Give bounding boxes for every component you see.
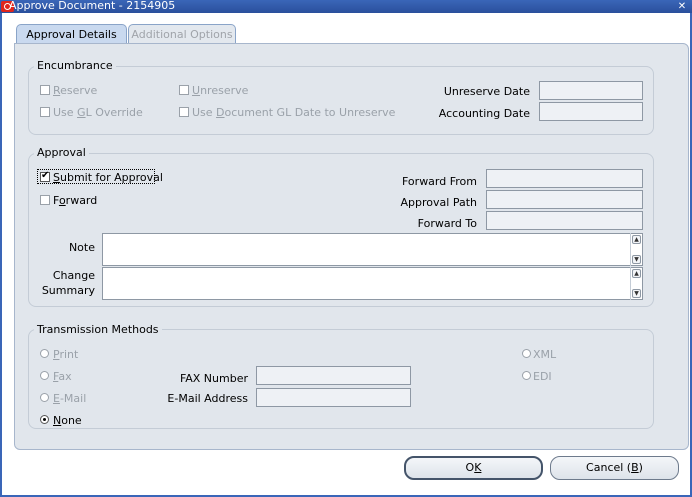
scroll-down-icon[interactable]: ▼ <box>632 255 641 264</box>
change-summary-field[interactable] <box>102 267 643 300</box>
print-radio[interactable] <box>40 349 49 358</box>
email-radio[interactable] <box>40 393 49 402</box>
unreserve-label: Unreserve <box>192 84 249 97</box>
change-summary-scroll[interactable]: ▲ ▼ <box>630 267 641 300</box>
email-address-field[interactable] <box>256 388 411 407</box>
note-label: Note <box>68 241 95 254</box>
title-bar: Approve Document - 2154905 ✕ <box>0 0 692 13</box>
unreserve-date-field[interactable] <box>539 81 643 100</box>
reserve-checkbox[interactable] <box>40 85 50 95</box>
use-gl-override-checkbox[interactable] <box>40 107 50 117</box>
approval-path-field[interactable] <box>486 190 643 209</box>
submit-for-approval-label: Submit for Approval <box>53 171 163 184</box>
edi-label: EDI <box>533 370 552 383</box>
approval-legend: Approval <box>34 146 89 159</box>
fax-radio[interactable] <box>40 371 49 380</box>
xml-checkbox[interactable] <box>522 349 531 358</box>
fax-number-label: FAX Number <box>179 372 248 385</box>
xml-label: XML <box>533 348 557 361</box>
accounting-date-label: Accounting Date <box>438 107 530 120</box>
cancel-button[interactable]: Cancel (B) <box>550 456 679 480</box>
scroll-up-icon[interactable]: ▲ <box>632 269 641 278</box>
forward-to-field[interactable] <box>486 211 643 230</box>
scroll-up-icon[interactable]: ▲ <box>632 235 641 244</box>
use-gl-override-label: Use GL Override <box>53 106 143 119</box>
print-label: Print <box>53 348 79 361</box>
email-address-label: E-Mail Address <box>167 392 248 405</box>
submit-for-approval-checkbox[interactable] <box>40 170 50 182</box>
forward-from-field[interactable] <box>486 169 643 188</box>
use-document-gl-date-label: Use Document GL Date to Unreserve <box>192 106 396 119</box>
forward-from-label: Forward From <box>402 175 477 188</box>
encumbrance-legend: Encumbrance <box>34 59 116 72</box>
unreserve-date-label: Unreserve Date <box>443 85 530 98</box>
note-scroll[interactable]: ▲ ▼ <box>630 233 641 266</box>
encumbrance-group <box>28 66 654 135</box>
close-icon[interactable]: ✕ <box>676 1 688 12</box>
fax-label: Fax <box>53 370 72 383</box>
window-title: Approve Document - 2154905 <box>9 0 176 12</box>
email-label: E-Mail <box>53 392 87 405</box>
use-document-gl-date-checkbox[interactable] <box>179 107 189 117</box>
reserve-label: Reserve <box>53 84 98 97</box>
tab-approval-details[interactable]: Approval Details <box>16 24 127 44</box>
transmission-legend: Transmission Methods <box>34 323 162 336</box>
forward-label: Forward <box>53 194 98 207</box>
fax-number-field[interactable] <box>256 366 411 385</box>
ok-button[interactable]: OK <box>404 456 543 480</box>
edi-checkbox[interactable] <box>522 371 531 380</box>
approval-path-label: Approval Path <box>400 196 477 209</box>
change-summary-label-1: Change <box>52 269 95 282</box>
forward-to-label: Forward To <box>417 217 477 230</box>
forward-checkbox[interactable] <box>40 195 50 205</box>
unreserve-checkbox[interactable] <box>179 85 189 95</box>
change-summary-label-2: Summary <box>41 284 95 297</box>
none-radio[interactable] <box>40 415 49 424</box>
accounting-date-field[interactable] <box>539 102 643 121</box>
note-field[interactable] <box>102 233 643 266</box>
tab-additional-options[interactable]: Additional Options <box>128 24 236 44</box>
scroll-down-icon[interactable]: ▼ <box>632 289 641 298</box>
none-label: None <box>53 414 82 427</box>
